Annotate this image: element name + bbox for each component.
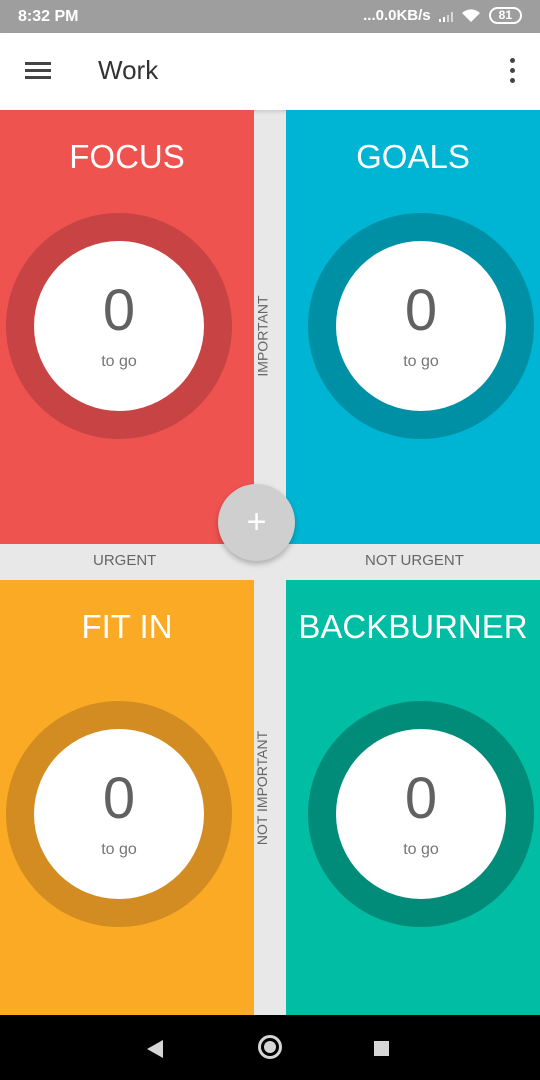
task-count: 0 bbox=[102, 766, 136, 831]
axis-label-not-urgent: NOT URGENT bbox=[365, 552, 464, 569]
axis-label-important: IMPORTANT bbox=[254, 295, 271, 377]
status-time: 8:32 PM bbox=[18, 8, 79, 25]
axis-label-urgent: URGENT bbox=[93, 552, 157, 569]
progress-center: 0 to go bbox=[34, 729, 204, 899]
recents-icon[interactable] bbox=[374, 1041, 389, 1056]
quadrant-title: FOCUS bbox=[69, 138, 185, 175]
add-task-button[interactable]: + bbox=[218, 484, 295, 561]
status-indicators: ...0.0KB/s 81 bbox=[363, 7, 522, 24]
network-speed: ...0.0KB/s bbox=[363, 7, 431, 24]
quadrant-fit-in[interactable]: FIT IN 0 to go bbox=[0, 580, 254, 1015]
wifi-icon bbox=[461, 9, 480, 22]
app-bar: Work bbox=[0, 33, 540, 110]
task-caption: to go bbox=[403, 353, 439, 370]
progress-ring: 0 to go bbox=[6, 701, 232, 927]
quadrant-focus[interactable]: FOCUS 0 to go bbox=[0, 110, 254, 544]
task-count: 0 bbox=[404, 766, 438, 831]
signal-icon bbox=[438, 10, 453, 22]
add-icon: + bbox=[246, 503, 267, 541]
progress-center: 0 to go bbox=[336, 241, 506, 411]
status-bar: 8:32 PM ...0.0KB/s 81 bbox=[0, 0, 540, 33]
menu-icon[interactable] bbox=[25, 62, 51, 80]
page-title: Work bbox=[98, 55, 159, 85]
quadrant-title: GOALS bbox=[356, 138, 470, 175]
task-count: 0 bbox=[404, 278, 438, 343]
battery-icon: 81 bbox=[488, 7, 522, 24]
quadrant-title: FIT IN bbox=[81, 608, 173, 645]
task-caption: to go bbox=[101, 353, 137, 370]
task-count: 0 bbox=[102, 278, 136, 343]
progress-ring: 0 to go bbox=[308, 701, 534, 927]
more-vert-icon[interactable] bbox=[508, 58, 516, 86]
home-icon[interactable] bbox=[258, 1035, 282, 1059]
task-caption: to go bbox=[403, 841, 439, 858]
quadrant-backburner[interactable]: BACKBURNER 0 to go bbox=[286, 580, 540, 1015]
system-nav-bar bbox=[0, 1015, 540, 1080]
progress-center: 0 to go bbox=[336, 729, 506, 899]
progress-ring: 0 to go bbox=[6, 213, 232, 439]
quadrant-title: BACKBURNER bbox=[298, 608, 528, 645]
quadrant-goals[interactable]: GOALS 0 to go bbox=[286, 110, 540, 544]
axis-label-not-important: NOT IMPORTANT bbox=[254, 730, 271, 846]
progress-ring: 0 to go bbox=[308, 213, 534, 439]
task-caption: to go bbox=[101, 841, 137, 858]
progress-center: 0 to go bbox=[34, 241, 204, 411]
back-icon[interactable] bbox=[147, 1040, 163, 1058]
